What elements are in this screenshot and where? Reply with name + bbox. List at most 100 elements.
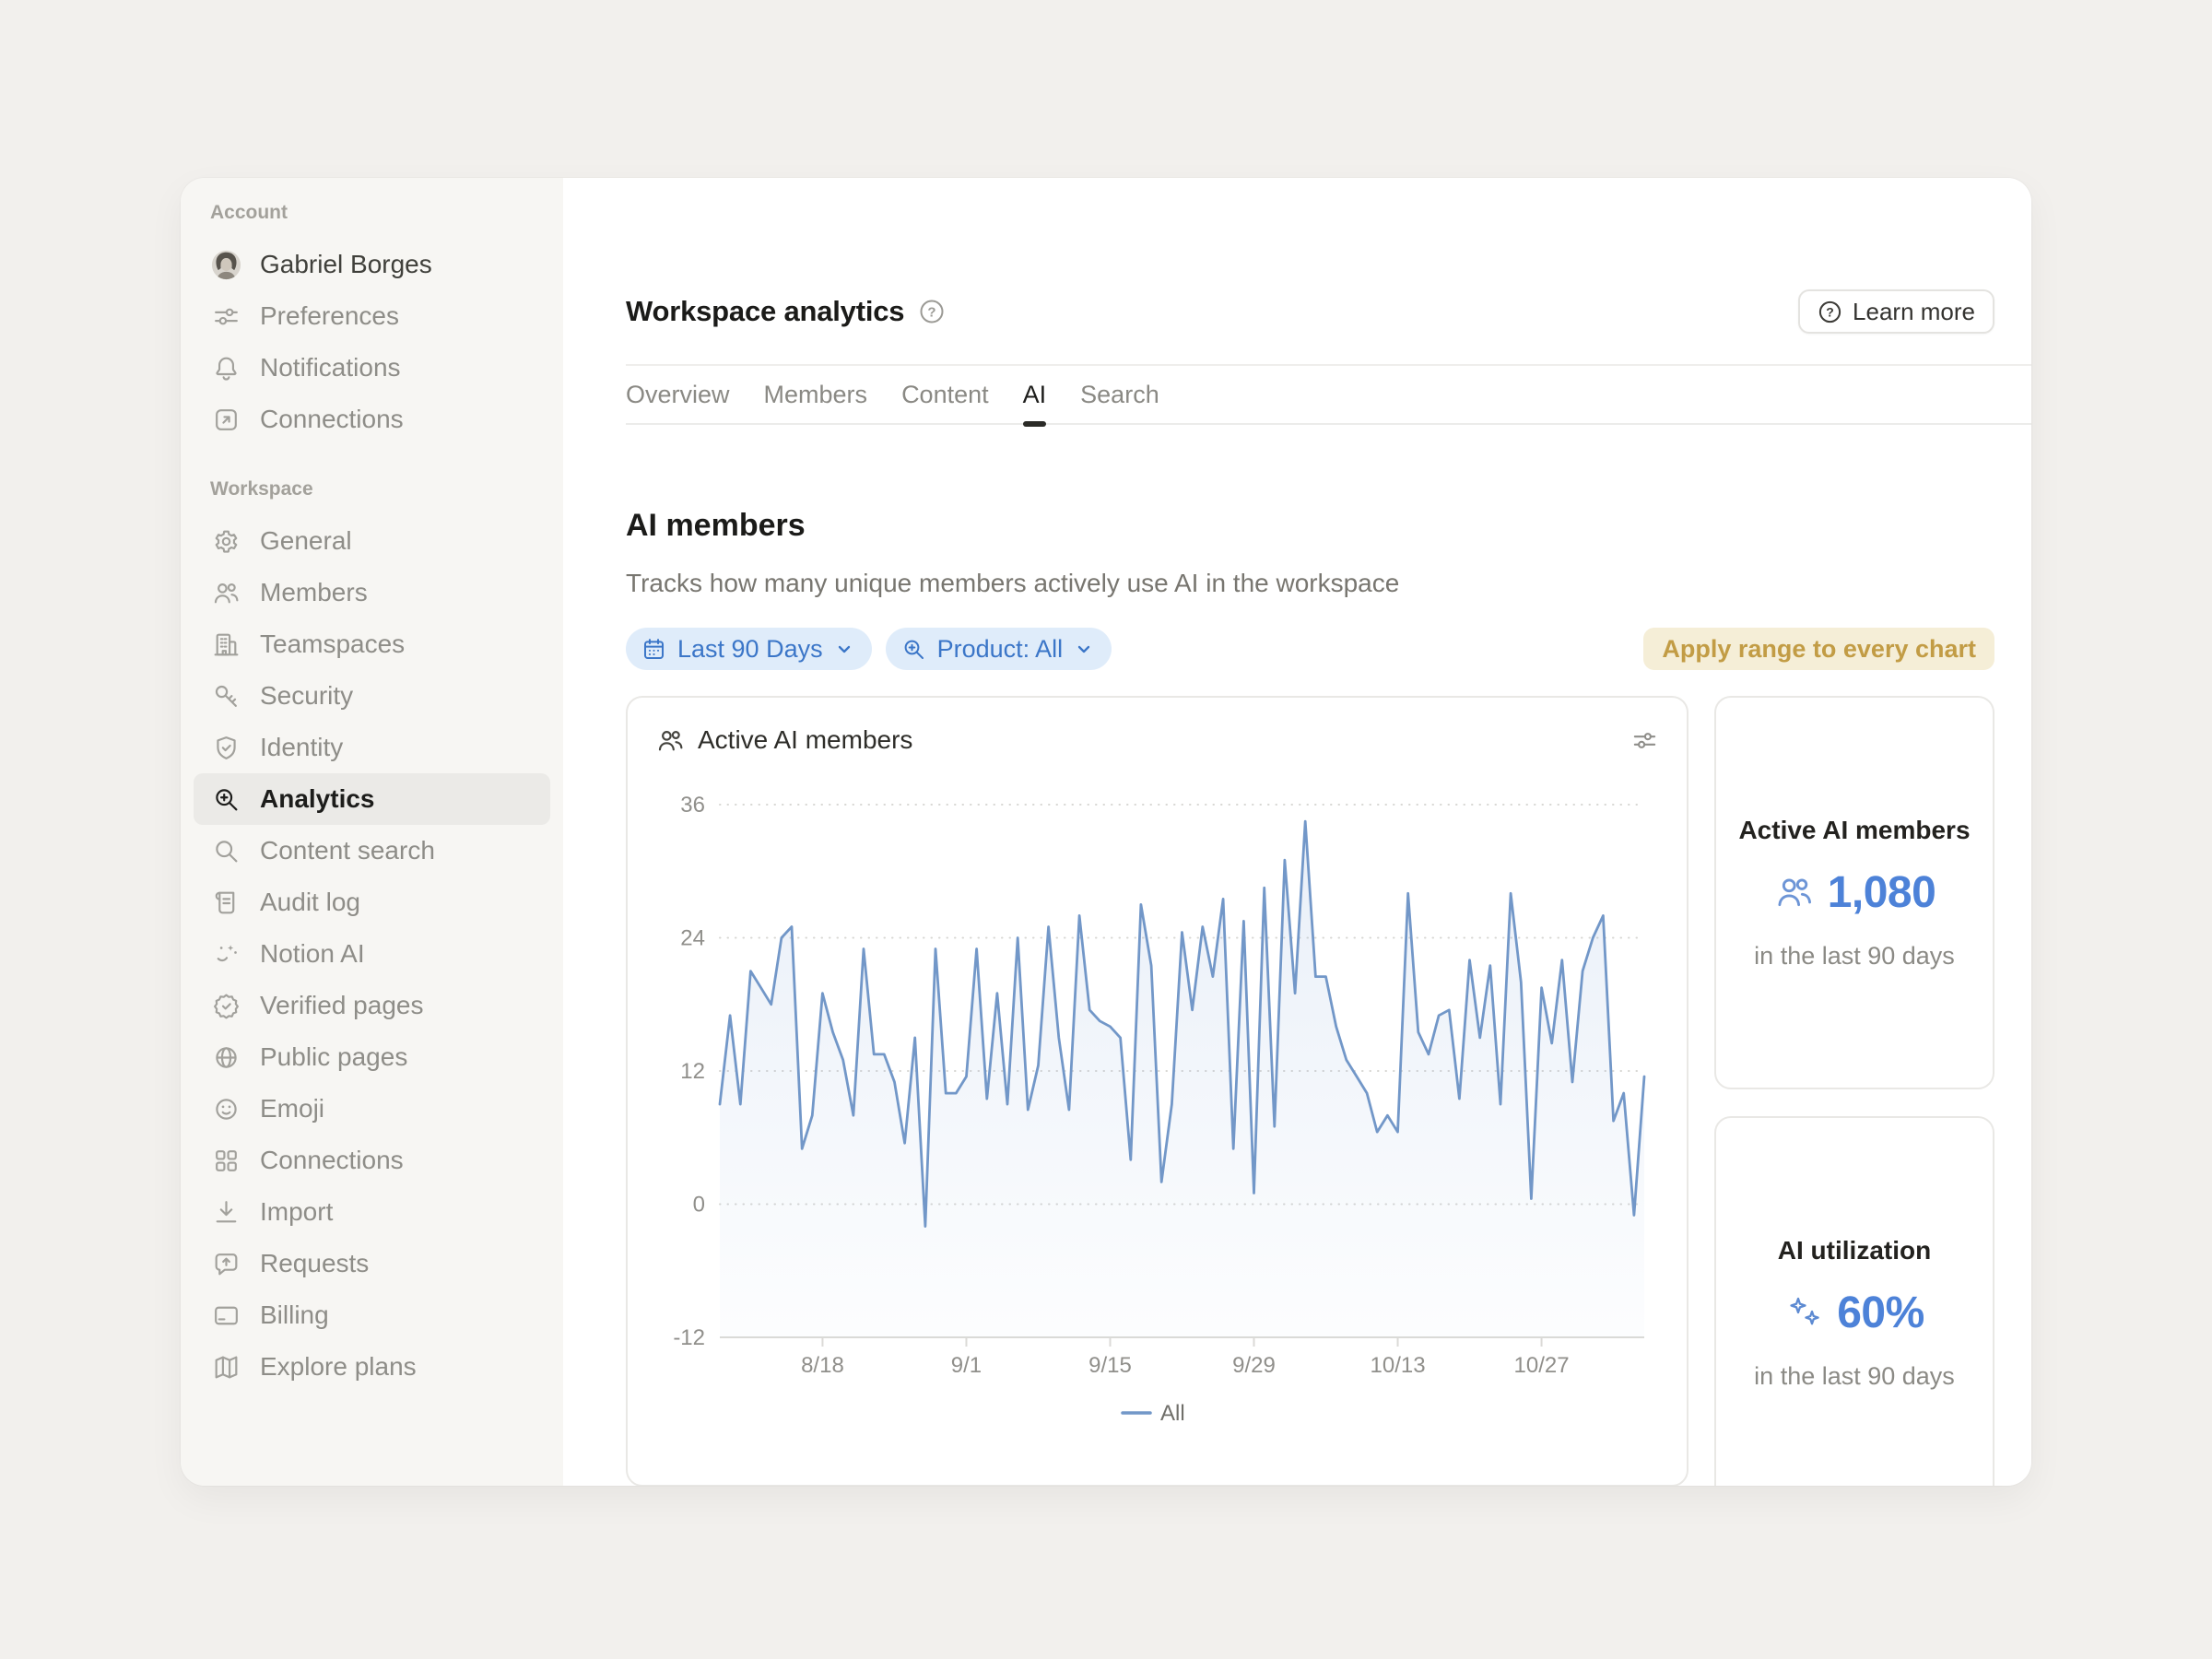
svg-text:8/18: 8/18	[801, 1353, 844, 1378]
grid-icon	[210, 1145, 241, 1176]
sidebar-item-label: Connections	[260, 1146, 404, 1175]
sidebar-item-notion-ai[interactable]: Notion AI	[194, 928, 550, 980]
svg-text:10/27: 10/27	[1514, 1353, 1570, 1378]
product-filter-label: Product: All	[937, 635, 1064, 664]
sidebar-item-general[interactable]: General	[194, 515, 550, 567]
product-filter[interactable]: Product: All	[886, 628, 1112, 670]
calendar-icon	[641, 636, 667, 663]
sidebar-item-emoji[interactable]: Emoji	[194, 1083, 550, 1135]
scroll-icon	[210, 887, 241, 918]
sidebar-item-connections[interactable]: Connections	[194, 1135, 550, 1186]
zoom-in-icon	[900, 636, 927, 663]
learn-more-label: Learn more	[1853, 298, 1975, 326]
sidebar-item-analytics[interactable]: Analytics	[194, 773, 550, 825]
building-icon	[210, 629, 241, 660]
sidebar-item-requests[interactable]: Requests	[194, 1238, 550, 1289]
tab-content[interactable]: Content	[901, 366, 989, 423]
sidebar-item-label: Identity	[260, 733, 343, 762]
map-icon	[210, 1351, 241, 1382]
sidebar-item-label: Verified pages	[260, 991, 423, 1020]
sidebar-item-teamspaces[interactable]: Teamspaces	[194, 618, 550, 670]
sidebar-item-label: Connections	[260, 405, 404, 434]
stat-value: 60%	[1837, 1288, 1924, 1338]
stat-caption: in the last 90 days	[1754, 1362, 1955, 1391]
svg-text:24: 24	[680, 926, 705, 951]
sidebar-item-connections[interactable]: Connections	[194, 394, 550, 445]
sidebar-item-label: Notion AI	[260, 939, 365, 969]
help-circle-icon: ?	[1818, 300, 1842, 324]
sidebar-item-members[interactable]: Members	[194, 567, 550, 618]
svg-text:-12: -12	[673, 1325, 705, 1350]
sidebar-item-label: Import	[260, 1197, 333, 1227]
sidebar-item-label: Public pages	[260, 1042, 407, 1072]
sidebar-item-content-search[interactable]: Content search	[194, 825, 550, 877]
badge-check-icon	[210, 990, 241, 1021]
chart-title: Active AI members	[698, 725, 912, 755]
sidebar-item-label: Teamspaces	[260, 629, 405, 659]
sidebar-item-verified-pages[interactable]: Verified pages	[194, 980, 550, 1031]
tab-overview[interactable]: Overview	[626, 366, 730, 423]
stat-card-active-ai-members: Active AI members 1,080 in the last 90 d…	[1714, 696, 1994, 1089]
apply-range-button[interactable]: Apply range to every chart	[1643, 628, 1994, 670]
tab-search[interactable]: Search	[1080, 366, 1159, 423]
key-icon	[210, 680, 241, 712]
sidebar-item-label: Members	[260, 578, 368, 607]
svg-text:12: 12	[680, 1059, 705, 1084]
sidebar-section-label-workspace: Workspace	[194, 473, 550, 506]
sidebar-item-explore-plans[interactable]: Explore plans	[194, 1341, 550, 1393]
filter-row: Last 90 Days Product: All	[626, 628, 1994, 670]
sidebar-item-label: Preferences	[260, 301, 399, 331]
sidebar-item-security[interactable]: Security	[194, 670, 550, 722]
chart-options-icon[interactable]	[1630, 726, 1659, 755]
sidebar-item-label: Gabriel Borges	[260, 250, 432, 279]
avatar-icon	[210, 249, 241, 280]
sidebar-item-import[interactable]: Import	[194, 1186, 550, 1238]
tab-members[interactable]: Members	[764, 366, 868, 423]
chart-area	[720, 821, 1644, 1337]
import-icon	[210, 1196, 241, 1228]
gear-icon	[210, 525, 241, 557]
svg-text:?: ?	[928, 305, 936, 321]
sparkles-icon	[1784, 1292, 1825, 1333]
svg-text:9/29: 9/29	[1232, 1353, 1276, 1378]
sidebar-item-billing[interactable]: Billing	[194, 1289, 550, 1341]
chart-x-axis: 8/189/19/159/2910/1310/27	[801, 1337, 1570, 1378]
svg-text:?: ?	[1826, 304, 1834, 319]
stat-title: Active AI members	[1738, 816, 1970, 845]
request-icon	[210, 1248, 241, 1279]
shield-icon	[210, 732, 241, 763]
page-header: Workspace analytics ? ? Learn more	[626, 287, 1994, 336]
svg-text:36: 36	[680, 793, 705, 818]
page-title: Workspace analytics	[626, 295, 904, 328]
sidebar-section-label-account: Account	[194, 196, 550, 229]
svg-text:10/13: 10/13	[1371, 1353, 1426, 1378]
sidebar-item-label: Explore plans	[260, 1352, 417, 1382]
main-panel: Workspace analytics ? ? Learn more Overv…	[563, 178, 2031, 1486]
people-icon	[210, 577, 241, 608]
sidebar-item-label: Requests	[260, 1249, 369, 1278]
tab-ai[interactable]: AI	[1023, 366, 1047, 423]
analytics-cards: Active AI members 3624120-128/189/19/159…	[626, 696, 1994, 1486]
sidebar-item-public-pages[interactable]: Public pages	[194, 1031, 550, 1083]
svg-text:0: 0	[693, 1193, 705, 1218]
sidebar-item-notifications[interactable]: Notifications	[194, 342, 550, 394]
people-icon	[1773, 871, 1816, 913]
chevron-down-icon	[833, 638, 855, 660]
settings-window: Account Gabriel Borges Preferences Notifica…	[181, 178, 2031, 1486]
chart-card: Active AI members 3624120-128/189/19/159…	[626, 696, 1688, 1486]
stat-caption: in the last 90 days	[1754, 942, 1955, 971]
sidebar-item-label: Audit log	[260, 888, 360, 917]
sidebar-item-gabriel-borges[interactable]: Gabriel Borges	[194, 239, 550, 290]
sidebar-item-label: Analytics	[260, 784, 375, 814]
stat-value: 1,080	[1828, 867, 1936, 918]
sidebar-item-identity[interactable]: Identity	[194, 722, 550, 773]
date-range-label: Last 90 Days	[677, 635, 823, 664]
help-icon[interactable]: ?	[919, 299, 945, 324]
date-range-filter[interactable]: Last 90 Days	[626, 628, 872, 670]
sidebar-item-label: General	[260, 526, 352, 556]
sidebar-item-preferences[interactable]: Preferences	[194, 290, 550, 342]
sidebar-item-audit-log[interactable]: Audit log	[194, 877, 550, 928]
bell-icon	[210, 352, 241, 383]
stat-card-ai-utilization: AI utilization 60% in the last 90 days	[1714, 1116, 1994, 1486]
learn-more-button[interactable]: ? Learn more	[1798, 289, 1994, 334]
